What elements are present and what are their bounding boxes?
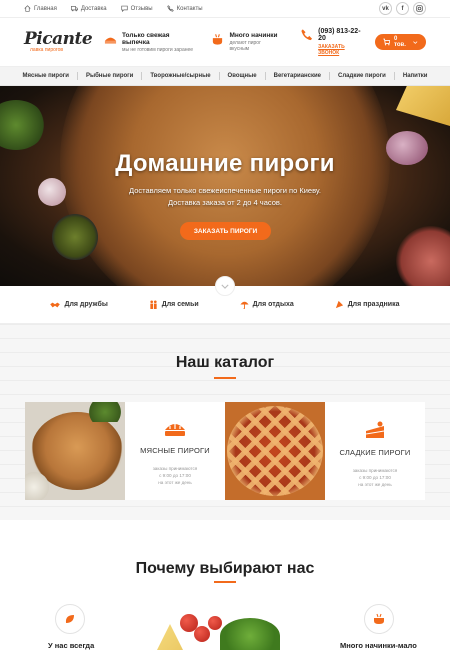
callback-link[interactable]: ЗАКАЗАТЬ ЗВОНОК	[318, 44, 365, 56]
pot-icon	[213, 34, 223, 45]
why-badge-right	[364, 604, 394, 634]
catalog-card-meat[interactable]: МЯСНЫЕ ПИРОГИ заказы принимаются с 9:00 …	[125, 402, 225, 500]
nav-vegetable-pies[interactable]: Овощные	[220, 72, 266, 80]
pot-icon	[374, 613, 384, 624]
top-link-home[interactable]: Главная	[24, 5, 57, 12]
vk-icon[interactable]: vk	[379, 2, 392, 15]
logo-subtitle: лавка пирогов	[30, 47, 64, 53]
social-links: vk f	[379, 2, 426, 15]
why-badge-left	[55, 604, 85, 634]
occasion-family[interactable]: Для семьи	[149, 300, 199, 309]
top-links: Главная Доставка Отзывы Контакты	[24, 5, 203, 12]
instagram-icon[interactable]	[413, 2, 426, 15]
feature-fresh-sub: мы не готовим пироги заранее	[122, 46, 194, 53]
top-link-reviews-label: Отзывы	[130, 5, 153, 12]
why-right-label: Много начинки-мало	[340, 641, 417, 650]
feature-filling: Много начинки делают пирог вкусным	[211, 32, 278, 52]
meat-pie-photo[interactable]	[25, 402, 125, 500]
why-us-title-underline	[214, 581, 236, 583]
occasion-holiday-label: Для праздника	[347, 301, 400, 308]
feature-fresh: Только свежая выпечка мы не готовим пиро…	[104, 32, 193, 53]
sweet-pie-photo[interactable]	[225, 402, 325, 500]
hero-title: Домашние пироги	[115, 150, 335, 177]
hero-meat-image	[396, 226, 450, 286]
cart-button[interactable]: 0 тов.	[374, 34, 426, 50]
nav-fish-pies[interactable]: Рыбные пироги	[78, 72, 143, 80]
catalog-cards: МЯСНЫЕ ПИРОГИ заказы принимаются с 9:00 …	[25, 402, 425, 500]
phone-icon	[166, 5, 174, 12]
occasion-rest[interactable]: Для отдыха	[240, 300, 294, 309]
catalog-card-sweet[interactable]: СЛАДКИЕ ПИРОГИ заказы принимаются с 9:00…	[325, 402, 425, 500]
chevron-down-icon	[413, 40, 418, 44]
cart-count: 0 тов.	[393, 36, 406, 48]
catalog-title: Наш каталог	[175, 354, 275, 371]
hero-herbs-image	[0, 100, 46, 150]
leaf-icon	[65, 615, 74, 623]
hero-pesto-image	[52, 214, 98, 260]
catalog-card-meat-name: МЯСНЫЕ ПИРОГИ	[140, 446, 210, 455]
nav-cheese-pies[interactable]: Творожные/сырные	[142, 72, 220, 80]
catalog-title-underline	[214, 377, 236, 379]
family-icon	[150, 300, 157, 309]
pie-icon	[104, 37, 117, 44]
top-bar: Главная Доставка Отзывы Контакты vk f	[0, 0, 450, 18]
why-vegetables-image	[150, 608, 300, 650]
meat-pie-icon	[165, 424, 185, 436]
nav-drinks[interactable]: Напитки	[395, 72, 436, 80]
occasions-bar: Для дружбы Для семьи Для отдыха Для праз…	[0, 286, 450, 324]
top-link-delivery[interactable]: Доставка	[70, 5, 107, 12]
logo-text: Picante	[24, 29, 93, 49]
handset-icon	[301, 29, 313, 41]
order-pies-button[interactable]: ЗАКАЗАТЬ ПИРОГИ	[180, 222, 271, 240]
site-header: Picante лавка пирогов Только свежая выпе…	[0, 18, 450, 66]
catalog-section: Наш каталог МЯСНЫЕ ПИРОГИ заказы принима…	[0, 324, 450, 520]
phone-block: (093) 813-22-20 ЗАКАЗАТЬ ЗВОНОК	[300, 28, 365, 56]
nav-meat-pies[interactable]: Мясные пироги	[15, 72, 78, 80]
top-link-reviews[interactable]: Отзывы	[120, 5, 153, 12]
catalog-card-sweet-name: СЛАДКИЕ ПИРОГИ	[339, 448, 411, 457]
why-us-section: Почему выбирают нас У нас всегда Много н…	[0, 520, 450, 650]
occasion-friendship[interactable]: Для дружбы	[50, 301, 108, 309]
cake-icon	[365, 421, 385, 438]
occasion-rest-label: Для отдыха	[252, 301, 294, 308]
top-link-contacts-label: Контакты	[176, 5, 203, 12]
nav-vegetarian-pies[interactable]: Вегетарианские	[266, 72, 331, 80]
why-left-label: У нас всегда	[48, 641, 95, 650]
home-icon	[24, 5, 31, 12]
chat-icon	[120, 5, 128, 12]
occasion-family-label: Для семьи	[161, 301, 199, 308]
catalog-card-sweet-note: заказы принимаются с 9:00 до 17:00 на эт…	[352, 468, 398, 487]
cart-icon	[383, 38, 390, 46]
facebook-icon[interactable]: f	[396, 2, 409, 15]
hero-subtitle-line1: Доставляем только свежеиспеченные пироги…	[129, 186, 321, 195]
feature-fresh-title: Только свежая выпечка	[122, 31, 170, 46]
why-us-title: Почему выбирают нас	[135, 560, 315, 577]
top-link-home-label: Главная	[34, 5, 57, 12]
hero-subtitle-line2: Доставка заказа от 2 до 4 часов.	[168, 198, 282, 207]
main-nav: Мясные пироги Рыбные пироги Творожные/сы…	[0, 66, 450, 86]
umbrella-icon	[240, 301, 249, 309]
hero-banner: Домашние пироги Доставляем только свежеи…	[0, 86, 450, 286]
top-link-contacts[interactable]: Контакты	[166, 5, 203, 12]
truck-icon	[70, 6, 78, 12]
occasion-holiday[interactable]: Для праздника	[335, 300, 400, 309]
top-link-delivery-label: Доставка	[80, 5, 107, 12]
feature-filling-title: Много начинки	[229, 32, 278, 39]
phone-number[interactable]: (093) 813-22-20	[318, 28, 365, 42]
logo[interactable]: Picante лавка пирогов	[24, 31, 93, 54]
hero-cheese-image	[396, 86, 450, 126]
catalog-card-meat-note: заказы принимаются с 9:00 до 17:00 на эт…	[152, 466, 198, 485]
occasion-friendship-label: Для дружбы	[64, 301, 108, 308]
handshake-icon	[50, 302, 61, 307]
party-icon	[335, 300, 343, 309]
nav-sweet-pies[interactable]: Сладкие пироги	[330, 72, 395, 80]
feature-filling-sub: делают пирог вкусным	[229, 40, 261, 52]
